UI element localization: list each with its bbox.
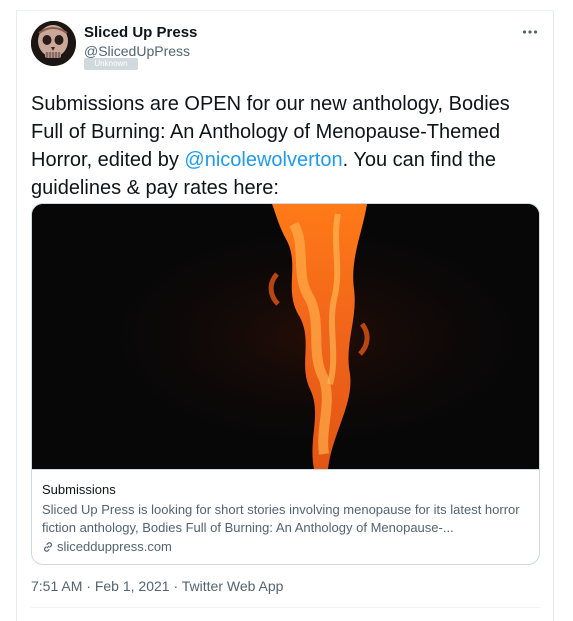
avatar[interactable] bbox=[31, 21, 76, 66]
tweet-source: Twitter Web App bbox=[181, 578, 284, 594]
link-icon bbox=[42, 541, 54, 556]
mention-link[interactable]: @nicolewolverton bbox=[184, 149, 342, 171]
card-title[interactable]: Submissions bbox=[42, 482, 116, 497]
meta-separator: · bbox=[173, 578, 179, 594]
fire-image bbox=[32, 204, 539, 469]
tweet-text: Submissions are OPEN for our new antholo… bbox=[31, 90, 541, 202]
author-display-name[interactable]: Sliced Up Press bbox=[84, 24, 197, 41]
author-handle[interactable]: @SlicedUpPress bbox=[84, 43, 190, 59]
card-description[interactable]: Sliced Up Press is looking for short sto… bbox=[42, 501, 522, 537]
more-horizontal-icon bbox=[522, 30, 538, 34]
skull-avatar-image bbox=[31, 21, 76, 66]
tweet-meta: 7:51 AM · Feb 1, 2021 · Twitter Web App bbox=[31, 578, 283, 594]
more-options-button[interactable] bbox=[522, 22, 538, 38]
card-image[interactable] bbox=[32, 204, 539, 469]
link-card[interactable]: Submissions Sliced Up Press is looking f… bbox=[31, 203, 540, 565]
tweet-time[interactable]: 7:51 AM bbox=[31, 578, 82, 594]
tweet-date[interactable]: Feb 1, 2021 bbox=[95, 578, 170, 594]
card-info[interactable]: Submissions Sliced Up Press is looking f… bbox=[32, 469, 539, 564]
meta-separator: · bbox=[86, 578, 91, 594]
card-domain[interactable]: slicedduppress.com bbox=[42, 539, 172, 556]
card-domain-text[interactable]: slicedduppress.com bbox=[57, 539, 172, 554]
author-badge: Unknown bbox=[84, 58, 138, 70]
divider bbox=[31, 607, 540, 608]
